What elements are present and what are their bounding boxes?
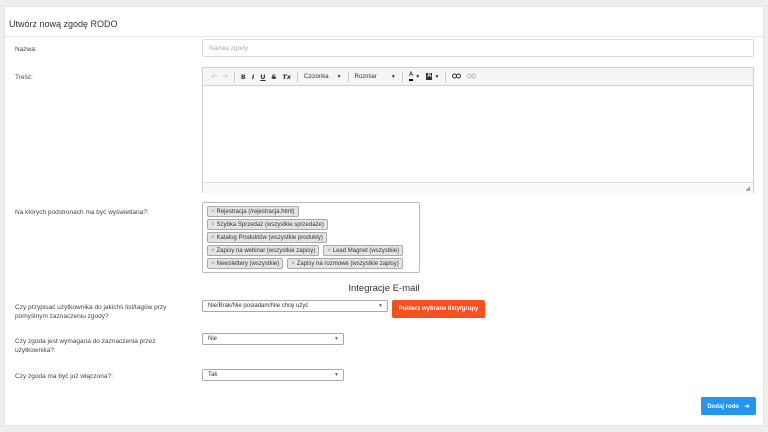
chevron-down-icon: ▼ <box>336 73 342 80</box>
chevron-down-icon: ▼ <box>390 73 396 80</box>
text-color-icon: A <box>408 72 414 81</box>
tag-label: Zapisy na webinar (wszystkie zapisy) <box>216 248 316 254</box>
tag-item: × Newslettery (wszystkie) <box>207 258 284 269</box>
toolbar-separator <box>233 71 235 82</box>
add-rodo-button[interactable]: Dodaj rodo ➔ <box>701 397 756 415</box>
bg-color-icon: A <box>426 73 433 80</box>
assign-lists-label: Czy przypisać użytkownika do jakichś lis… <box>15 304 167 320</box>
name-input[interactable] <box>203 40 753 56</box>
chevron-down-icon: ▼ <box>334 372 339 378</box>
text-color-button[interactable]: A ▼ <box>408 72 421 81</box>
tag-label: Rejestracja (/rejestracja.html) <box>216 209 295 215</box>
remove-tag-icon[interactable]: × <box>211 261 215 267</box>
enabled-select[interactable]: Tak ▼ <box>202 369 344 381</box>
link-icon[interactable] <box>452 73 462 81</box>
chevron-down-icon: ▼ <box>434 73 440 80</box>
tag-item: × Lead Magnet (wszystkie) <box>323 245 404 256</box>
chevron-down-icon: ▼ <box>334 336 339 342</box>
title-divider <box>5 36 763 37</box>
clear-format-button[interactable]: Tx <box>282 73 291 81</box>
remove-tag-icon[interactable]: × <box>211 248 215 254</box>
unlink-icon[interactable] <box>467 73 477 81</box>
toolbar-separator <box>445 71 447 82</box>
tag-item: × Zapisy na rozmowe (wszystkie zapisy) <box>287 258 403 269</box>
fetch-lists-button[interactable]: Pobierz wybrane listy/grupy <box>392 300 485 318</box>
toolbar-separator <box>401 71 403 82</box>
remove-tag-icon[interactable]: × <box>211 222 215 228</box>
toolbar-separator <box>296 71 298 82</box>
remove-tag-icon[interactable]: × <box>211 209 215 215</box>
font-family-label: Czcionka <box>303 73 329 80</box>
subpages-multiselect[interactable]: × Rejestracja (/rejestracja.html) × Szybka… <box>202 202 420 273</box>
chevron-down-icon: ▼ <box>378 303 383 309</box>
tag-label: Szybka Sprzedaż (wszystkie sprzedaże) <box>216 222 324 228</box>
editor-statusbar: ◢ <box>203 182 753 193</box>
bold-button[interactable]: B <box>241 73 246 81</box>
enabled-value: Tak <box>208 372 218 378</box>
enabled-label: Czy zgoda ma być już włączona?: <box>15 373 113 380</box>
editor-content-area[interactable] <box>203 86 753 182</box>
tag-item: × Zapisy na webinar (wszystkie zapisy) <box>207 245 320 256</box>
font-size-dropdown[interactable]: Rozmiar ▼ <box>355 74 396 80</box>
resize-handle-icon[interactable]: ◢ <box>745 185 750 192</box>
add-rodo-label: Dodaj rodo <box>707 403 739 410</box>
chevron-down-icon: ▼ <box>415 73 421 80</box>
form-card: Utwórz nową zgodę RODO Nazwa: Treść: ↶ ↷… <box>4 6 764 426</box>
name-input-wrapper <box>202 39 754 57</box>
tag-item: × Szybka Sprzedaż (wszystkie sprzedaże) <box>207 219 328 230</box>
remove-tag-icon[interactable]: × <box>211 235 215 241</box>
required-value: Nie <box>208 336 218 342</box>
content-label: Treść: <box>15 74 33 81</box>
rich-text-editor: ↶ ↷ B I U S Tx Czcionka ▼ Rozmiar ▼ A ▼ <box>202 67 754 193</box>
section-title: Integracje E-mail <box>348 283 420 294</box>
remove-tag-icon[interactable]: × <box>327 248 331 254</box>
tag-label: Lead Magnet (wszystkie) <box>332 248 400 254</box>
redo-icon[interactable]: ↷ <box>222 73 227 81</box>
underline-button[interactable]: U <box>260 73 265 81</box>
subpages-label: Na których podstronach ma być wyświetlan… <box>15 209 149 216</box>
tag-label: Zapisy na rozmowe (wszystkie zapisy) <box>296 261 399 267</box>
arrow-right-icon: ➔ <box>744 403 750 410</box>
strikethrough-button[interactable]: S <box>272 73 277 81</box>
undo-icon[interactable]: ↶ <box>211 73 216 81</box>
assign-lists-select[interactable]: Nie/Brak/Nie posiadam/Nie chcę użyć ▼ <box>202 300 388 312</box>
font-size-label: Rozmiar <box>354 73 377 80</box>
font-family-dropdown[interactable]: Czcionka ▼ <box>304 74 342 80</box>
tag-item: × Katalog Produktów (wszystkie produkty) <box>207 232 327 243</box>
italic-button[interactable]: I <box>252 73 254 81</box>
tag-label: Katalog Produktów (wszystkie produkty) <box>216 235 323 241</box>
tag-label: Newslettery (wszystkie) <box>216 261 280 267</box>
toolbar-separator <box>347 71 349 82</box>
page-title: Utwórz nową zgodę RODO <box>9 19 118 29</box>
tag-item: × Rejestracja (/rejestracja.html) <box>207 206 299 217</box>
bg-color-button[interactable]: A ▼ <box>426 73 439 80</box>
required-select[interactable]: Nie ▼ <box>202 333 344 345</box>
required-label: Czy zgoda jest wymagana do zaznaczenia p… <box>15 338 156 354</box>
editor-toolbar: ↶ ↷ B I U S Tx Czcionka ▼ Rozmiar ▼ A ▼ <box>203 68 753 86</box>
name-label: Nazwa: <box>15 46 37 53</box>
remove-tag-icon[interactable]: × <box>291 261 295 267</box>
assign-lists-value: Nie/Brak/Nie posiadam/Nie chcę użyć <box>208 303 309 309</box>
